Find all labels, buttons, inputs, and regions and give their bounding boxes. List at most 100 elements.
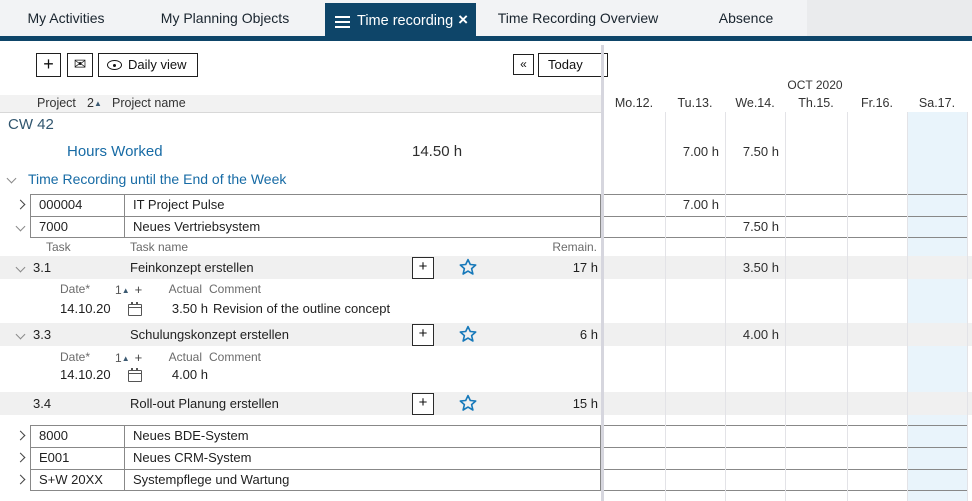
day-cell[interactable]	[785, 256, 847, 279]
day-header: Th.15.	[785, 95, 847, 111]
day-cell[interactable]	[907, 425, 967, 447]
day-cell[interactable]: 3.50 h	[725, 256, 785, 279]
project-name-cell[interactable]: Neues CRM-System	[125, 447, 601, 469]
project-id-cell[interactable]: 000004	[30, 194, 125, 216]
day-cell[interactable]	[665, 392, 725, 415]
day-cell[interactable]	[907, 194, 967, 216]
favorite-star-icon[interactable]	[458, 325, 478, 351]
project-row: 000004 IT Project Pulse 7.00 h	[0, 194, 972, 216]
entry-comment[interactable]: Revision of the outline concept	[213, 300, 390, 317]
collapse-row-icon[interactable]	[16, 222, 26, 232]
day-cell[interactable]: 4.00 h	[725, 323, 785, 346]
entry-actual-hours[interactable]: 3.50 h	[138, 300, 208, 317]
hours-worked-label[interactable]: Hours Worked	[67, 142, 163, 162]
day-cell[interactable]	[785, 323, 847, 346]
tab-absence[interactable]: Absence	[700, 0, 792, 36]
tab-time-recording-overview[interactable]: Time Recording Overview	[490, 0, 666, 36]
day-cell[interactable]	[725, 392, 785, 415]
add-entry-button[interactable]: +	[412, 257, 434, 279]
entry-date[interactable]: 14.10.20	[60, 300, 111, 317]
mail-button[interactable]: ✉	[67, 53, 93, 77]
favorite-star-icon[interactable]	[458, 394, 478, 420]
project-id-cell[interactable]: 8000	[30, 425, 125, 447]
day-cell[interactable]	[725, 194, 785, 216]
day-cell[interactable]	[785, 216, 847, 238]
day-cell[interactable]	[665, 447, 725, 469]
day-cell[interactable]	[603, 392, 665, 415]
today-button[interactable]: Today	[538, 53, 608, 77]
day-cell[interactable]	[907, 392, 967, 415]
day-cell[interactable]	[907, 447, 967, 469]
day-cell[interactable]	[907, 216, 967, 238]
day-cell[interactable]	[603, 216, 665, 238]
day-cell[interactable]	[847, 447, 907, 469]
day-cell[interactable]: 7.50 h	[725, 216, 785, 238]
day-cell[interactable]	[603, 194, 665, 216]
day-cell: 7.50 h	[725, 142, 785, 162]
sort-indicator[interactable]: 2▲	[87, 96, 102, 110]
day-cell[interactable]	[847, 194, 907, 216]
day-cell[interactable]	[603, 256, 665, 279]
add-entry-button[interactable]: +	[412, 393, 434, 415]
day-cell[interactable]	[785, 469, 847, 491]
day-cell[interactable]	[907, 323, 967, 346]
day-cell[interactable]	[603, 469, 665, 491]
day-cell[interactable]	[907, 469, 967, 491]
project-name-cell[interactable]: Neues Vertriebsystem	[125, 216, 601, 238]
entry-actual-hours[interactable]: 4.00 h	[138, 366, 208, 383]
expand-row-icon[interactable]	[16, 200, 26, 210]
day-cell[interactable]	[725, 425, 785, 447]
expand-row-icon[interactable]	[16, 453, 26, 463]
project-name-cell[interactable]: Systempflege und Wartung	[125, 469, 601, 491]
day-cell[interactable]	[665, 323, 725, 346]
view-selector[interactable]: Daily view	[98, 53, 198, 77]
day-cell[interactable]	[725, 447, 785, 469]
add-button[interactable]: +	[36, 53, 61, 77]
day-cell[interactable]	[603, 323, 665, 346]
day-cell[interactable]	[847, 323, 907, 346]
add-entry-button[interactable]: +	[412, 324, 434, 346]
day-cell[interactable]	[785, 425, 847, 447]
day-cell[interactable]	[847, 256, 907, 279]
day-cell[interactable]	[847, 216, 907, 238]
column-header-project[interactable]: Project	[37, 96, 76, 110]
close-tab-icon[interactable]: ×	[458, 3, 468, 39]
day-cell[interactable]	[603, 447, 665, 469]
favorite-star-icon[interactable]	[458, 258, 478, 284]
day-cell[interactable]	[847, 392, 907, 415]
day-cell[interactable]	[785, 447, 847, 469]
pane-divider[interactable]	[601, 45, 604, 501]
tab-time-recording[interactable]: Time recording ×	[325, 3, 476, 41]
project-id-cell[interactable]: S+W 20XX	[30, 469, 125, 491]
day-cell[interactable]	[847, 469, 907, 491]
day-cell[interactable]	[665, 216, 725, 238]
project-name-cell[interactable]: Neues BDE-System	[125, 425, 601, 447]
day-cell[interactable]	[603, 425, 665, 447]
tab-my-activities[interactable]: My Activities	[8, 0, 124, 36]
day-cell: 7.00 h	[665, 142, 725, 162]
task-table-header: Task Task name Remain.	[0, 240, 972, 254]
day-cell[interactable]	[665, 425, 725, 447]
day-cell[interactable]	[847, 425, 907, 447]
expand-row-icon[interactable]	[16, 431, 26, 441]
day-cell[interactable]	[665, 469, 725, 491]
day-cell[interactable]	[907, 256, 967, 279]
day-cell[interactable]	[785, 392, 847, 415]
project-name-cell[interactable]: IT Project Pulse	[125, 194, 601, 216]
day-cell[interactable]: 7.00 h	[665, 194, 725, 216]
collapse-task-icon[interactable]	[16, 330, 26, 340]
entry-date[interactable]: 14.10.20	[60, 366, 111, 383]
collapse-task-icon[interactable]	[16, 263, 26, 273]
collapse-section-icon[interactable]	[7, 174, 17, 184]
tab-my-planning-objects[interactable]: My Planning Objects	[153, 0, 297, 36]
previous-week-button[interactable]: «	[513, 54, 534, 75]
project-id-cell[interactable]: E001	[30, 447, 125, 469]
day-cell[interactable]	[665, 256, 725, 279]
column-header-date: Date*	[60, 283, 90, 296]
day-cell[interactable]	[785, 194, 847, 216]
day-cell[interactable]	[725, 469, 785, 491]
column-header-project-name[interactable]: Project name	[112, 96, 186, 110]
project-id-cell[interactable]: 7000	[30, 216, 125, 238]
expand-row-icon[interactable]	[16, 475, 26, 485]
section-title[interactable]: Time Recording until the End of the Week	[28, 171, 286, 188]
